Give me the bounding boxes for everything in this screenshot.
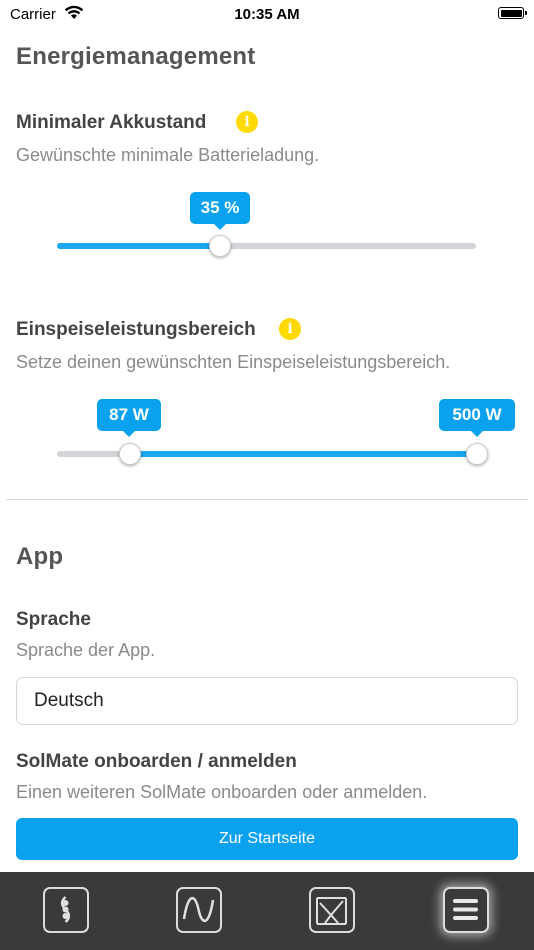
onboard-description: Einen weiteren SolMate onboarden oder an… <box>16 782 428 802</box>
sun-panel-icon <box>316 897 347 925</box>
tab-device[interactable] <box>43 887 89 933</box>
app-section-title: App <box>16 543 64 570</box>
min-battery-thumb[interactable] <box>209 235 231 257</box>
tab-chart[interactable] <box>176 887 222 933</box>
status-time: 10:35 AM <box>234 6 300 23</box>
section-divider <box>6 499 528 500</box>
min-battery-description: Gewünschte minimale Batterieladung. <box>16 145 320 165</box>
status-bar: Carrier 10:35 AM <box>0 0 534 30</box>
home-button[interactable]: Zur Startseite <box>16 818 518 860</box>
feed-in-description: Setze deinen gewünschten Einspeiseleistu… <box>16 352 451 372</box>
tab-bar <box>0 872 534 950</box>
language-description: Sprache der App. <box>16 640 156 660</box>
min-battery-info-icon[interactable]: i <box>236 111 258 133</box>
language-label: Sprache <box>16 609 91 630</box>
wave-chart-icon <box>182 897 215 922</box>
min-battery-fill <box>57 243 220 249</box>
tab-solar[interactable] <box>309 887 355 933</box>
device-icon <box>60 896 71 923</box>
feed-in-label: Einspeiseleistungsbereich <box>16 319 256 340</box>
feed-in-info-icon[interactable]: i <box>279 318 301 340</box>
menu-icon <box>453 899 478 920</box>
min-battery-value-bubble: 35 % <box>190 192 250 230</box>
feed-in-fill <box>130 451 476 457</box>
language-select[interactable]: Deutsch <box>16 677 518 725</box>
battery-icon <box>498 7 527 19</box>
feed-in-max-thumb[interactable] <box>466 443 488 465</box>
feed-in-max-bubble: 500 W <box>439 399 515 437</box>
tab-menu[interactable] <box>443 887 489 933</box>
min-battery-label: Minimaler Akkustand <box>16 112 207 133</box>
feed-in-min-bubble: 87 W <box>97 399 161 437</box>
energy-section-title: Energiemanagement <box>16 43 256 70</box>
feed-in-min-thumb[interactable] <box>119 443 141 465</box>
onboard-label: SolMate onboarden / anmelden <box>16 751 297 772</box>
